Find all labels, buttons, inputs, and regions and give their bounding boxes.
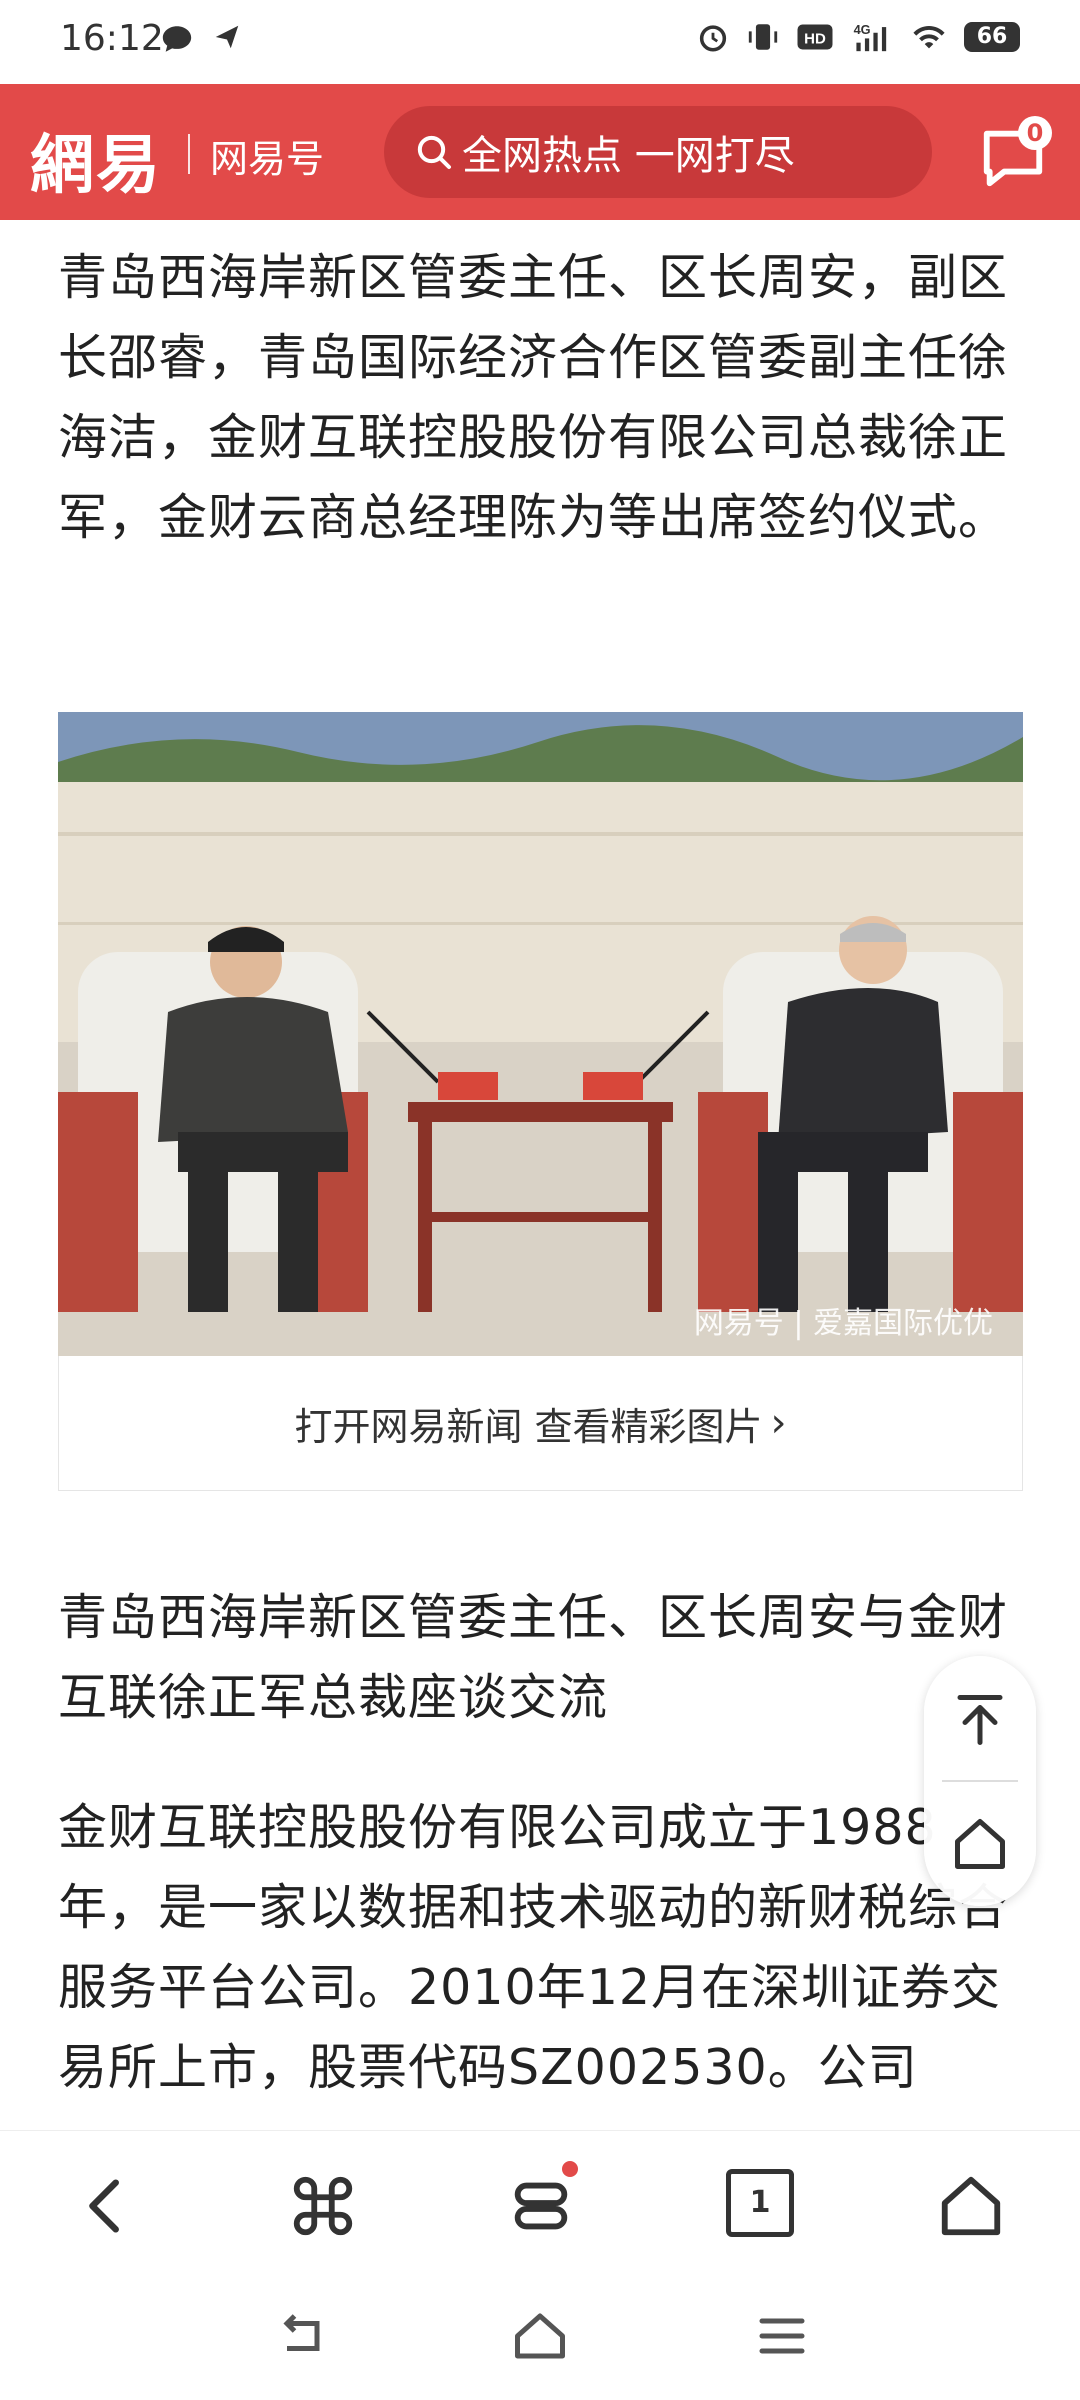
logo-divider (188, 134, 190, 174)
open-app-label: 打开网易新闻 查看精彩图片 (294, 1404, 763, 1449)
chevron-right-icon: › (770, 1400, 787, 1446)
status-time: 16:12 (60, 18, 164, 59)
status-right-icons: HD 4G 66 (696, 20, 1020, 54)
search-icon (417, 135, 451, 169)
app-header: 網易 网易号 全网热点 一网打尽 (0, 84, 1080, 220)
open-app-link[interactable]: 打开网易新闻 查看精彩图片 › (58, 1356, 1023, 1491)
browser-toolbar: 1 (0, 2130, 1080, 2277)
article-paragraph: 金财互联控股股份有限公司成立于1988年，是一家以数据和技术驱动的新财税综合服务… (58, 1799, 1009, 2096)
back-gesture-icon[interactable] (272, 2306, 332, 2366)
back-icon[interactable] (72, 2171, 142, 2241)
status-bar: 16:12 HD 4G 66 (0, 0, 1080, 84)
send-icon (215, 25, 239, 49)
search-placeholder: 全网热点 一网打尽 (462, 133, 795, 179)
alarm-icon (699, 25, 727, 52)
article-image[interactable]: 网易号 | 爱嘉国际优优 (58, 712, 1023, 1356)
home-gesture-icon[interactable] (510, 2306, 570, 2366)
status-left-icons (160, 22, 242, 56)
home-icon[interactable] (950, 1814, 1010, 1874)
image-watermark: 网易号 | 爱嘉国际优优 (693, 1306, 993, 1341)
logo-subtitle[interactable]: 网易号 (210, 128, 324, 183)
4g-signal-icon: 4G (854, 22, 887, 52)
vibrate-icon (748, 24, 778, 50)
article-paragraph: 青岛西海岸新区管委主任、区长周安，副区长邵睿，青岛国际经济合作区管委副主任徐海洁… (58, 249, 1009, 546)
back-to-top-icon[interactable] (950, 1690, 1010, 1750)
floating-action-panel (924, 1656, 1036, 1906)
netease-logo[interactable]: 網易 (30, 114, 162, 206)
meeting-photo (58, 712, 1023, 1356)
home-icon[interactable] (936, 2171, 1006, 2241)
search-input[interactable]: 全网热点 一网打尽 (384, 106, 932, 198)
message-badge: 0 (1018, 116, 1052, 150)
svg-text:4G: 4G (854, 22, 871, 37)
chat-bubble-icon (162, 26, 192, 52)
divider (942, 1780, 1018, 1782)
svg-text:HD: HD (804, 30, 826, 47)
menu-icon[interactable] (506, 2171, 576, 2241)
tabs-icon[interactable]: 1 (726, 2169, 794, 2237)
command-icon[interactable] (288, 2171, 358, 2241)
notification-dot (562, 2161, 578, 2177)
battery-indicator: 66 (964, 22, 1020, 52)
wifi-icon (913, 25, 945, 49)
image-caption: 青岛西海岸新区管委主任、区长周安与金财互联徐正军总裁座谈交流 (58, 1589, 1009, 1726)
system-navigation-bar (0, 2276, 1080, 2400)
menu-gesture-icon[interactable] (752, 2306, 812, 2366)
hd-icon: HD (797, 24, 833, 50)
